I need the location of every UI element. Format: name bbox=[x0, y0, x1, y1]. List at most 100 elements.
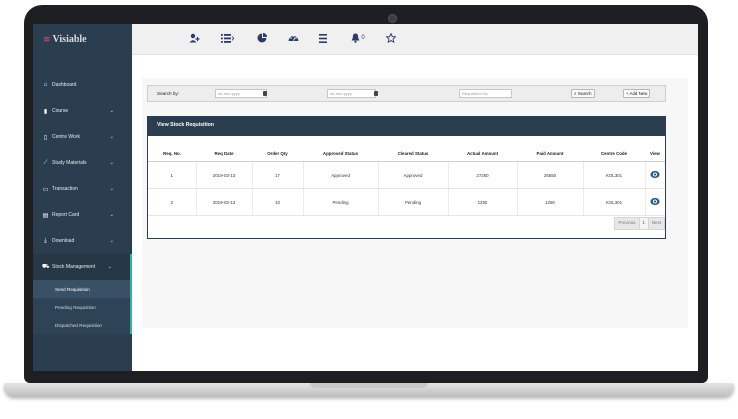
top-toolbar: 0 bbox=[132, 24, 698, 55]
chevron-down-icon: ⌄ bbox=[109, 186, 114, 192]
chevron-down-icon: ⌄ bbox=[107, 264, 112, 270]
chevron-down-icon: ⌄ bbox=[109, 160, 114, 166]
home-icon: ⌂ bbox=[43, 82, 48, 88]
column-header[interactable]: Approved Status bbox=[303, 146, 378, 162]
eye-icon[interactable] bbox=[650, 170, 660, 179]
sidebar-item-label: Course bbox=[52, 108, 69, 114]
chart-icon: ⟋ bbox=[43, 159, 48, 166]
book-icon: ▮ bbox=[43, 108, 48, 115]
dashboard-gauge-icon[interactable] bbox=[287, 31, 299, 45]
column-header[interactable]: Paid Amount bbox=[517, 146, 583, 162]
centre-code-cell: KOL301 bbox=[583, 188, 646, 216]
chevron-down-icon: ⌄ bbox=[109, 238, 114, 244]
table-row: 2 2019-03-13 10 Pending Pending 1250 125… bbox=[148, 188, 665, 216]
req-no-cell: 2 bbox=[148, 188, 197, 216]
notifications-button[interactable]: 0 bbox=[350, 31, 366, 45]
sidebar-item-centre-work[interactable]: ▯ Centre Work ⌄ bbox=[33, 124, 132, 150]
pagination-next[interactable]: Next bbox=[647, 217, 665, 230]
search-button[interactable]: ⌕ Search bbox=[571, 89, 595, 98]
laptop-base-notch bbox=[310, 383, 428, 388]
add-user-icon[interactable] bbox=[188, 31, 200, 45]
pie-chart-icon[interactable] bbox=[256, 31, 268, 45]
card-title: View Stock Requisition bbox=[148, 117, 665, 136]
date-to-field[interactable]: dd-mm-yyyy bbox=[327, 89, 376, 98]
sidebar-subitem-send-requisition[interactable]: Send Requisition bbox=[33, 280, 130, 298]
stock-management-submenu: Send Requisition Pending Requisition Dis… bbox=[33, 280, 132, 334]
cleared-status-cell: Approved bbox=[378, 161, 449, 189]
download-icon: ⤓ bbox=[44, 237, 47, 244]
req-no-cell: 1 bbox=[148, 161, 197, 189]
table-row: 1 2019-03-13 17 Approved Approved 27250 … bbox=[148, 161, 665, 189]
cleared-status-cell: Pending bbox=[378, 188, 449, 216]
sidebar-subitem-label: Pending Requisition bbox=[55, 304, 96, 310]
document-icon: ▤ bbox=[42, 212, 49, 219]
centre-code-cell: KOL301 bbox=[583, 161, 646, 189]
actual-amount-cell: 27250 bbox=[448, 161, 518, 189]
view-cell bbox=[645, 161, 665, 189]
pagination: Previous 1 Next bbox=[614, 217, 665, 230]
sidebar-subitem-label: Dispatched Requisition bbox=[55, 322, 102, 328]
column-header[interactable]: Order Qty bbox=[252, 146, 303, 162]
search-icon: ⌕ bbox=[574, 91, 577, 96]
chevron-down-icon: ⌄ bbox=[109, 134, 114, 140]
bell-icon bbox=[351, 33, 360, 43]
sidebar-item-label: Report Card bbox=[52, 212, 80, 218]
requisition-number-input[interactable]: Requisition No bbox=[459, 89, 512, 98]
sidebar-nav: ⌂ Dashboard ▮ Course ⌄ ▯ Centre Work ⌄ ⟋… bbox=[33, 72, 132, 334]
webcam-icon bbox=[388, 14, 397, 23]
screen: ≋ Visiable ⌂ Dashboard ▮ Course ⌄ ▯ Cent… bbox=[33, 24, 698, 371]
column-header[interactable]: Req Date bbox=[196, 146, 252, 162]
order-qty-cell: 10 bbox=[252, 188, 304, 216]
date-from-field[interactable]: dd-mm-yyyy bbox=[215, 89, 267, 98]
search-by-label: Search by: bbox=[157, 91, 179, 96]
menu-icon[interactable] bbox=[318, 31, 328, 45]
sidebar-item-course[interactable]: ▮ Course ⌄ bbox=[33, 98, 132, 124]
sidebar-item-report-card[interactable]: ▤ Report Card ⌄ bbox=[33, 202, 132, 228]
view-cell bbox=[645, 188, 665, 216]
req-date-cell: 2019-03-13 bbox=[196, 188, 253, 216]
sidebar-item-label: Transaction bbox=[52, 186, 78, 192]
sidebar-item-label: Download bbox=[52, 238, 75, 244]
sidebar-item-study-materials[interactable]: ⟋ Study Materials ⌄ bbox=[33, 150, 132, 176]
chevron-down-icon: ⌄ bbox=[109, 108, 114, 114]
sidebar: ≋ Visiable ⌂ Dashboard ▮ Course ⌄ ▯ Cent… bbox=[33, 24, 132, 371]
calendar-icon[interactable] bbox=[263, 91, 267, 96]
eye-icon[interactable] bbox=[650, 197, 660, 206]
paid-amount-cell: 26650 bbox=[517, 161, 584, 189]
column-header[interactable]: Req. No. bbox=[148, 146, 196, 162]
req-date-cell: 2019-03-13 bbox=[196, 161, 253, 189]
column-header[interactable]: Centre Code bbox=[583, 146, 645, 162]
main-content: Search by: dd-mm-yyyy dd-mm-yyyy Requisi… bbox=[132, 55, 698, 371]
notification-count: 0 bbox=[361, 35, 365, 41]
add-new-button[interactable]: + Add New bbox=[623, 89, 651, 98]
table-header-row: Req. No. Req Date Order Qty Approved Sta… bbox=[148, 146, 665, 162]
sidebar-item-transaction[interactable]: ▭ Transaction ⌄ bbox=[33, 176, 132, 202]
sidebar-item-download[interactable]: ⤓ Download ⌄ bbox=[33, 228, 132, 254]
sidebar-subitem-dispatched-requisition[interactable]: Dispatched Requisition bbox=[33, 316, 130, 334]
sidebar-subitem-label: Send Requisition bbox=[55, 286, 90, 292]
sidebar-subitem-pending-requisition[interactable]: Pending Requisition bbox=[33, 298, 130, 316]
brand-logo[interactable]: ≋ Visiable bbox=[33, 24, 132, 54]
order-qty-cell: 17 bbox=[252, 161, 304, 189]
list-icon[interactable] bbox=[220, 31, 234, 45]
star-icon[interactable] bbox=[385, 31, 397, 45]
pagination-previous[interactable]: Previous bbox=[614, 217, 640, 230]
monitor-icon: ▭ bbox=[42, 186, 49, 193]
approved-status-cell: Pending bbox=[303, 188, 379, 216]
column-header[interactable]: Actual Amount bbox=[448, 146, 517, 162]
paid-amount-cell: 1250 bbox=[517, 188, 584, 216]
column-header[interactable]: View bbox=[645, 146, 665, 162]
column-header[interactable]: Cleared Status bbox=[378, 146, 448, 162]
stock-requisition-card: View Stock Requisition Req. No. Req Date… bbox=[147, 116, 666, 239]
chevron-down-icon: ⌄ bbox=[109, 212, 114, 218]
sidebar-item-dashboard[interactable]: ⌂ Dashboard bbox=[33, 72, 132, 98]
sidebar-item-stock-management[interactable]: ⛟ Stock Management ⌄ bbox=[33, 254, 132, 280]
cart-icon: ⛟ bbox=[42, 264, 50, 270]
logo-icon: ≋ bbox=[43, 33, 51, 44]
search-button-label: Search bbox=[577, 91, 592, 96]
calendar-icon[interactable] bbox=[374, 91, 378, 96]
tablet-icon: ▯ bbox=[43, 134, 48, 141]
actual-amount-cell: 1250 bbox=[448, 188, 518, 216]
brand-name: Visiable bbox=[52, 33, 87, 45]
sidebar-item-label: Dashboard bbox=[52, 82, 77, 88]
